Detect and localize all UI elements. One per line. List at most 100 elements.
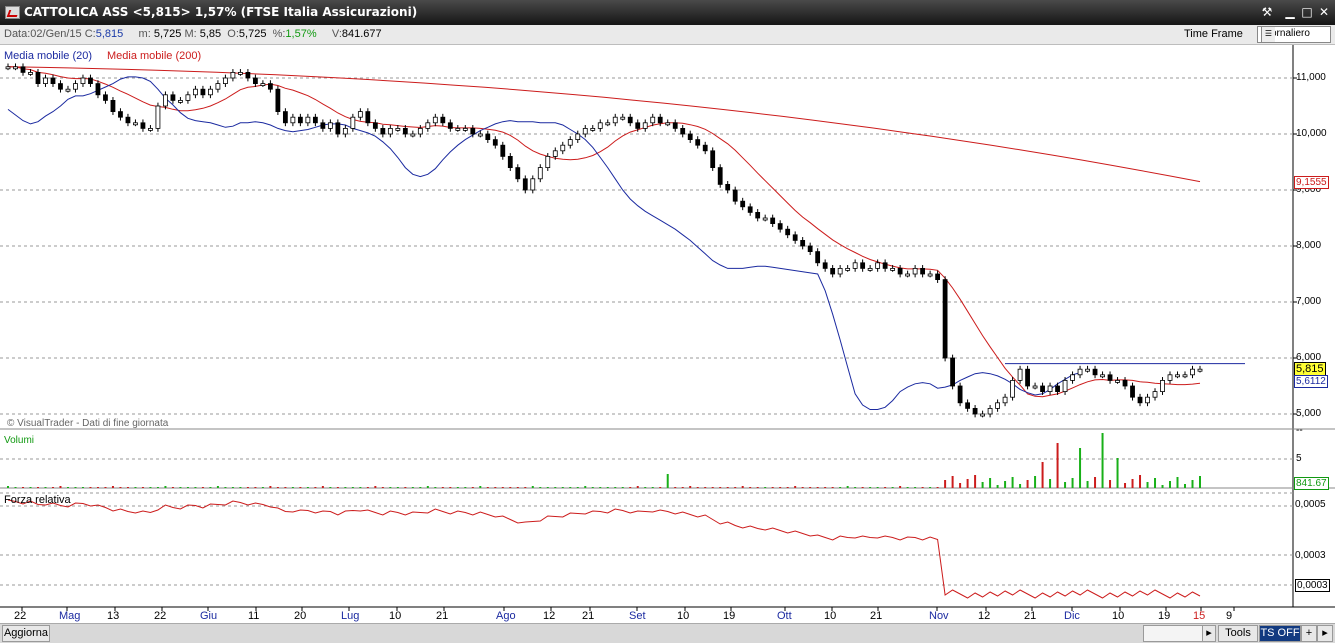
- x-axis-label: 21: [582, 610, 595, 622]
- close-label: C:: [84, 28, 96, 40]
- pct-value: 1,57%: [285, 28, 317, 40]
- x-axis-label: 10: [1112, 610, 1125, 622]
- candle-body: [972, 407, 978, 415]
- candle-body: [470, 128, 476, 135]
- candle-body: [290, 116, 296, 124]
- candle-body: [1137, 396, 1143, 404]
- candle-body: [890, 267, 896, 271]
- rs-last-tag: 0,0003: [1295, 579, 1330, 592]
- chart-canvas[interactable]: [0, 45, 1335, 623]
- zoom-in-button[interactable]: +: [1301, 625, 1317, 642]
- candle-body: [43, 77, 48, 84]
- x-axis-label: 21: [870, 610, 883, 622]
- candle-body: [267, 83, 273, 90]
- settings-icon[interactable]: ⚒: [1259, 4, 1275, 20]
- candle-body: [193, 88, 198, 96]
- timeframe-select[interactable]: Giornaliero ☰: [1257, 26, 1331, 43]
- candle-body: [372, 122, 378, 129]
- minimize-icon[interactable]: ▁: [1282, 4, 1298, 20]
- candle-body: [987, 407, 993, 415]
- scroll-right-button[interactable]: ▸: [1202, 625, 1216, 642]
- window-titlebar: CATTOLICA ASS <5,815> 1,57% (FTSE Italia…: [0, 0, 1335, 25]
- candle-body: [297, 116, 303, 124]
- close-icon[interactable]: ✕: [1316, 4, 1332, 20]
- candle-body: [185, 94, 191, 101]
- candle-body: [260, 83, 266, 86]
- candle-body: [65, 88, 71, 92]
- window-title: CATTOLICA ASS <5,815> 1,57% (FTSE Italia…: [24, 5, 418, 19]
- x-axis-label: 13: [107, 610, 120, 622]
- candle-body: [80, 77, 86, 84]
- x-axis-label: 12: [978, 610, 991, 622]
- candle-body: [867, 267, 873, 271]
- candle-body: [1190, 368, 1195, 376]
- maximize-icon[interactable]: □: [1299, 4, 1315, 20]
- candle-body: [140, 122, 146, 129]
- candle-body: [942, 279, 948, 359]
- x-axis-label: Ott: [777, 610, 792, 622]
- x-axis-label: 21: [436, 610, 449, 622]
- candle-body: [230, 71, 236, 79]
- candle-body: [1107, 374, 1113, 381]
- candle-body: [1055, 385, 1060, 392]
- candle-body: [1092, 368, 1098, 376]
- candle-body: [95, 83, 101, 96]
- candle-body: [447, 122, 453, 129]
- ts-off-button[interactable]: TS OFF: [1259, 625, 1301, 642]
- candle-body: [1047, 385, 1053, 392]
- candle-body: [935, 273, 941, 280]
- candle-body: [770, 217, 776, 224]
- rs-pane-title: Forza relativa: [4, 494, 71, 506]
- candle-body: [20, 66, 26, 73]
- candle-body: [695, 139, 701, 146]
- candle-body: [1062, 379, 1068, 392]
- tools-button[interactable]: Tools: [1218, 625, 1258, 642]
- price-label-5: 5,000: [1296, 408, 1322, 419]
- candle-body: [500, 144, 506, 157]
- refresh-button[interactable]: Aggiorna: [2, 625, 50, 642]
- candle-body: [1167, 374, 1173, 381]
- open-value: 5,725: [238, 28, 267, 40]
- candle-body: [215, 83, 221, 90]
- candle-body: [957, 385, 963, 404]
- candle-body: [305, 116, 311, 124]
- candle-body: [1025, 368, 1030, 387]
- low-label: m:: [138, 28, 151, 40]
- x-axis-label: Dic: [1064, 610, 1080, 622]
- timeframe-label: Time Frame: [1184, 28, 1243, 40]
- candle-body: [312, 116, 318, 124]
- pct-label: %:: [272, 28, 286, 40]
- candle-body: [492, 139, 498, 146]
- watermark: © VisualTrader - Dati di fine giornata: [7, 418, 169, 429]
- candle-body: [882, 262, 888, 269]
- x-axis-label: 12: [543, 610, 556, 622]
- price-label-7: 7,000: [1296, 296, 1322, 307]
- candle-body: [1122, 379, 1128, 387]
- candle-body: [148, 128, 153, 131]
- candle-body: [575, 133, 581, 140]
- candle-body: [567, 139, 573, 146]
- x-axis-label: 10: [824, 610, 837, 622]
- candle-body: [357, 111, 363, 118]
- select-arrow-icon[interactable]: ☰: [1261, 27, 1275, 42]
- candle-body: [200, 88, 206, 96]
- x-axis-label: 19: [1158, 610, 1171, 622]
- candle-body: [178, 100, 183, 103]
- candle-body: [1002, 396, 1008, 404]
- candle-body: [950, 357, 956, 387]
- candle-body: [125, 116, 131, 124]
- legend-ma200: Media mobile (200): [107, 50, 202, 62]
- close-value: 5,815: [95, 28, 124, 40]
- candle-body: [897, 267, 903, 275]
- candle-body: [612, 116, 618, 124]
- candle-body: [1017, 368, 1023, 381]
- high-value: 5,85: [199, 28, 222, 40]
- scroll-right-icon[interactable]: ▸: [1317, 625, 1333, 642]
- candle-body: [365, 111, 371, 124]
- candle-body: [725, 183, 731, 191]
- candle-body: [1130, 385, 1135, 398]
- candle-body: [912, 267, 918, 275]
- candle-body: [88, 77, 93, 84]
- candle-body: [702, 144, 708, 152]
- candle-body: [110, 100, 116, 113]
